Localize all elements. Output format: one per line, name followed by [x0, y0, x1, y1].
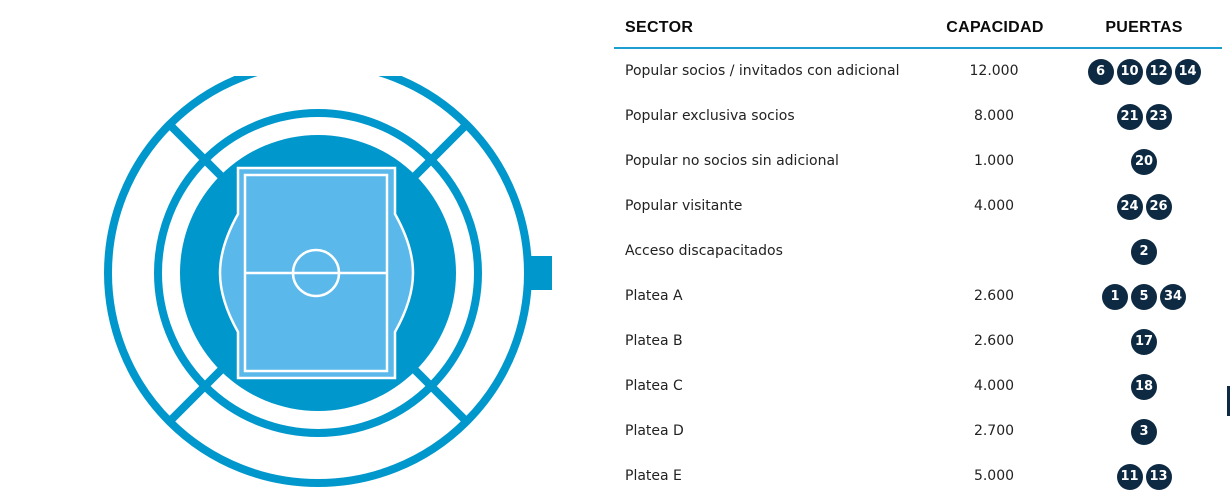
table-row: Platea A 2.600 1 5 34 [614, 274, 1222, 319]
table-row: Platea B 2.600 17 [614, 319, 1222, 364]
table-row: Platea E 5.000 11 13 [614, 454, 1222, 499]
gate-badge: 10 [1116, 58, 1143, 85]
gate-badge: 23 [1145, 103, 1172, 130]
sector-capacity: 2.700 [973, 423, 1015, 439]
sector-name: Platea E [625, 468, 682, 484]
gate-badge: 26 [1145, 193, 1172, 220]
gate-badge: 14 [1174, 58, 1201, 85]
sector-capacity: 1.000 [973, 153, 1015, 169]
gate-badge: 34 [1160, 283, 1186, 310]
sector-capacity: 12.000 [969, 63, 1019, 79]
sector-gates: 11 13 [1070, 454, 1218, 499]
table-row: Popular visitante 4.000 24 26 [614, 184, 1222, 229]
gate-badge: 12 [1145, 58, 1172, 85]
sector-gates: 3 [1070, 409, 1218, 454]
sector-gates: 1 5 34 [1070, 274, 1218, 319]
sector-capacity: 8.000 [973, 108, 1015, 124]
sector-gates: 17 [1070, 319, 1218, 364]
gate-badge: 1 [1102, 283, 1128, 310]
sector-name: Popular visitante [625, 198, 743, 214]
gate-badge: 2 [1131, 238, 1157, 265]
pitch [218, 166, 415, 380]
table-row: Popular socios / invitados con adicional… [614, 49, 1222, 94]
gate-badge: 6 [1087, 58, 1114, 85]
sector-capacity: 5.000 [973, 468, 1015, 484]
table-row: Popular no socios sin adicional 1.000 20 [614, 139, 1222, 184]
sector-name: Acceso discapacitados [625, 243, 783, 259]
header-sector: SECTOR [625, 19, 694, 36]
gate-badge: 11 [1116, 463, 1143, 490]
header-puertas: PUERTAS [1105, 19, 1183, 36]
sector-capacity: 2.600 [973, 333, 1015, 349]
table-row: Popular exclusiva socios 8.000 21 23 [614, 94, 1222, 139]
stadium-entrance-block [526, 256, 552, 290]
gate-badge: 3 [1131, 418, 1157, 445]
sector-gates: 24 26 [1070, 184, 1218, 229]
gate-badge: 5 [1131, 283, 1157, 310]
table-row: Acceso discapacitados 2 [614, 229, 1222, 274]
sectors-table: SECTOR CAPACIDAD PUERTAS Popular socios … [614, 0, 1222, 499]
header-capacidad: CAPACIDAD [946, 19, 1044, 36]
sector-gates: 20 [1070, 139, 1218, 184]
sector-capacity: 4.000 [973, 198, 1015, 214]
gate-badge: 18 [1131, 373, 1157, 400]
table-header: SECTOR CAPACIDAD PUERTAS [614, 0, 1222, 49]
sector-name: Platea B [625, 333, 683, 349]
sector-name: Platea C [625, 378, 683, 394]
sector-name: Popular exclusiva socios [625, 108, 795, 124]
sector-name: Platea D [625, 423, 684, 439]
sector-gates: 2 [1070, 229, 1218, 274]
sector-gates: 18 [1070, 364, 1218, 409]
page: SECTOR CAPACIDAD PUERTAS Popular socios … [0, 0, 1230, 502]
gate-badge: 13 [1145, 463, 1172, 490]
gate-badge: 17 [1131, 328, 1157, 355]
sector-capacity [940, 229, 1048, 274]
stadium-map [104, 76, 552, 487]
gate-badge: 21 [1116, 103, 1143, 130]
sector-name: Popular socios / invitados con adicional [625, 63, 900, 79]
sector-capacity: 2.600 [973, 288, 1015, 304]
gate-badge: 20 [1131, 148, 1157, 175]
table-row: Platea D 2.700 3 [614, 409, 1222, 454]
sector-capacity: 4.000 [973, 378, 1015, 394]
sector-gates: 6 10 12 14 [1070, 49, 1218, 94]
table-body: Popular socios / invitados con adicional… [614, 49, 1222, 499]
sector-name: Platea A [625, 288, 683, 304]
table-row: Platea C 4.000 18 [614, 364, 1222, 409]
sector-gates: 21 23 [1070, 94, 1218, 139]
sector-name: Popular no socios sin adicional [625, 153, 839, 169]
gate-badge: 24 [1116, 193, 1143, 220]
